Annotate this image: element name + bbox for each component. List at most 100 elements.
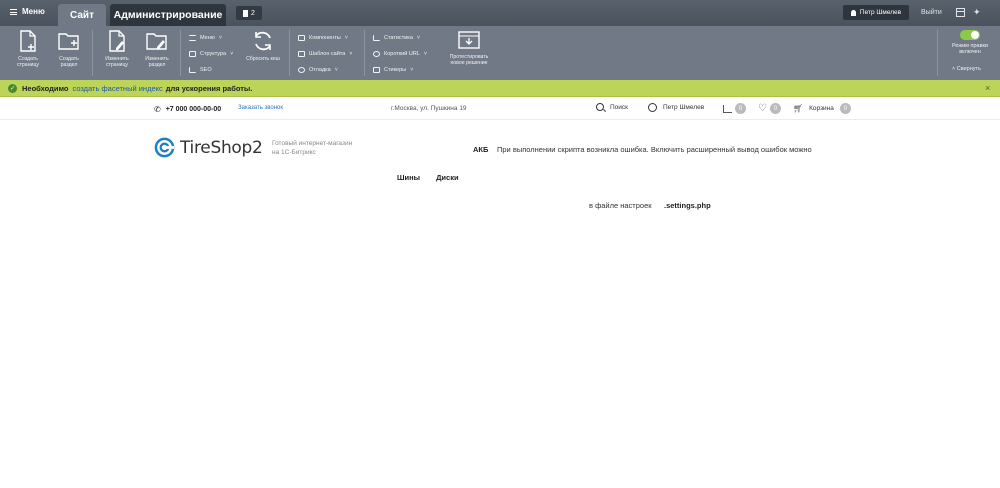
address: г.Москва, ул. Пушкина 19	[391, 105, 467, 112]
main-nav: Шины Диски	[397, 173, 459, 182]
chevron-down-icon: ˅	[416, 35, 421, 41]
reset-cache-label: Сбросить кеш	[246, 56, 280, 62]
edit-section-button[interactable]: Изменить раздел	[142, 30, 172, 68]
edit-section-label: Изменить раздел	[145, 56, 169, 68]
slogan-line-2: на 1С-Битрикс	[272, 149, 316, 156]
nav-tires[interactable]: Шины	[397, 173, 420, 182]
chevron-down-icon: ˅	[410, 67, 414, 73]
user-icon	[850, 9, 856, 16]
edit-folder-icon	[146, 33, 167, 50]
toolbar-separator	[364, 30, 365, 76]
test-solution-label: Протестировать новое решение	[449, 54, 489, 66]
toolbar-separator	[937, 30, 938, 76]
edit-page-label: Изменить страницу	[105, 56, 129, 68]
edit-mode-toggle[interactable]: Режим правки включен	[942, 30, 998, 55]
refresh-icon	[255, 31, 271, 51]
heart-icon[interactable]: ♡	[758, 103, 767, 114]
site-logo[interactable]: TireShop2	[154, 137, 263, 158]
notifications-button[interactable]: 2	[236, 6, 262, 20]
tire-logo-icon	[154, 137, 175, 158]
user-button[interactable]: Петр Шмелев	[843, 5, 909, 20]
notice-tail: для ускорения работы.	[165, 83, 253, 93]
structure-tool[interactable]: Структура ˅	[189, 46, 233, 62]
notice-strong: Необходимо	[22, 83, 69, 93]
user-icon	[648, 103, 657, 112]
logout-link[interactable]: Выйти	[921, 9, 942, 16]
admin-topbar: Меню Сайт Администрирование 2 Петр Шмеле…	[0, 0, 1000, 26]
seo-icon	[189, 67, 196, 73]
reset-cache-button[interactable]: Сбросить кеш	[245, 30, 281, 62]
facet-index-link[interactable]: создать фасетный индекс	[72, 84, 162, 93]
chevron-down-icon: ˅	[423, 51, 428, 57]
collapse-label: Свернуть	[956, 66, 981, 72]
cart-label[interactable]: Корзина	[809, 105, 834, 112]
favorites-count: 0	[769, 103, 781, 114]
menu-icon	[189, 35, 196, 41]
admin-toolbar: Создать страницу Создать раздел Изменить…	[0, 26, 1000, 80]
shop-icons: 0 ♡ 0 🛒︎ Корзина 0	[723, 103, 851, 114]
notifications-count: 2	[251, 9, 255, 17]
toolbar-separator	[289, 30, 290, 76]
collapse-button[interactable]: ˄ Свернуть	[952, 66, 981, 72]
site-template-tool[interactable]: Шаблон сайта ˅	[298, 46, 353, 62]
check-icon: ✓	[8, 83, 17, 93]
edit-mode-label: Режим правки включен	[952, 43, 988, 55]
profile-link[interactable]: Петр Шмелев	[648, 103, 704, 112]
logo-text: TireShop2	[180, 137, 263, 158]
window-icon[interactable]	[956, 8, 965, 17]
create-page-label: Создать страницу	[16, 56, 40, 68]
new-folder-icon	[58, 33, 79, 50]
menu-label: Меню	[22, 7, 45, 16]
test-solution-button[interactable]: Протестировать новое решение	[442, 30, 496, 66]
structure-icon	[189, 51, 196, 57]
chevron-down-icon: ˅	[230, 51, 234, 57]
create-page-button[interactable]: Создать страницу	[10, 30, 46, 68]
debug-tool[interactable]: Отладка ˅	[298, 62, 353, 78]
notice-bar: ✓ Необходимо создать фасетный индекс для…	[0, 80, 1000, 97]
nav-akb[interactable]: АКБ	[473, 145, 488, 154]
stickers-tool[interactable]: Стикеры ˅	[373, 62, 427, 78]
components-tool[interactable]: Компоненты ˅	[298, 30, 353, 46]
close-icon[interactable]: ×	[985, 83, 990, 93]
short-url-tool[interactable]: Короткий URL ˅	[373, 46, 427, 62]
new-page-icon	[20, 30, 36, 52]
create-section-button[interactable]: Создать раздел	[54, 30, 84, 68]
cart-icon[interactable]: 🛒︎	[793, 104, 803, 113]
phone[interactable]: ✆ +7 000 000-00-00	[154, 105, 221, 114]
edit-page-icon	[109, 30, 125, 52]
tab-site[interactable]: Сайт	[58, 4, 106, 26]
statistics-tool-label: Статистика	[384, 35, 413, 41]
create-section-label: Создать раздел	[59, 56, 79, 68]
chevron-down-icon: ˅	[218, 35, 223, 41]
hamburger-icon	[10, 8, 17, 15]
search-label: Поиск	[610, 103, 629, 111]
sticker-icon	[373, 67, 380, 73]
toggle-switch[interactable]	[960, 30, 980, 40]
search-button[interactable]: Поиск	[596, 103, 628, 111]
link-icon	[373, 51, 380, 57]
edit-page-button[interactable]: Изменить страницу	[100, 30, 134, 68]
structure-tool-label: Структура	[200, 51, 227, 57]
statistics-tool[interactable]: Статистика ˅	[373, 30, 427, 46]
phone-number: +7 000 000-00-00	[165, 106, 222, 113]
error-config-file: .settings.php	[664, 201, 711, 210]
nav-disks[interactable]: Диски	[436, 173, 459, 182]
pin-icon[interactable]: ✦	[973, 8, 982, 17]
phone-icon: ✆	[154, 105, 161, 114]
cart-count: 0	[839, 103, 851, 114]
menu-tool[interactable]: Меню ˅	[189, 30, 233, 46]
toolbar-separator	[92, 30, 93, 76]
error-message: При выполнении скрипта возникла ошибка. …	[497, 145, 812, 154]
user-name: Петр Шмелев	[859, 9, 902, 16]
compare-icon[interactable]	[723, 104, 732, 113]
seo-tool[interactable]: SEO	[189, 62, 233, 78]
slogan: Готовый интернет-магазин на 1С-Битрикс	[272, 139, 352, 157]
site-template-tool-label: Шаблон сайта	[309, 51, 346, 57]
download-window-icon	[458, 31, 480, 49]
tab-administration[interactable]: Администрирование	[110, 4, 226, 26]
components-icon	[298, 35, 305, 41]
menu-button[interactable]: Меню	[10, 7, 45, 16]
stickers-tool-label: Стикеры	[384, 67, 407, 73]
slogan-line-1: Готовый интернет-магазин	[272, 140, 353, 147]
callback-link[interactable]: Заказать звонок	[238, 105, 283, 111]
